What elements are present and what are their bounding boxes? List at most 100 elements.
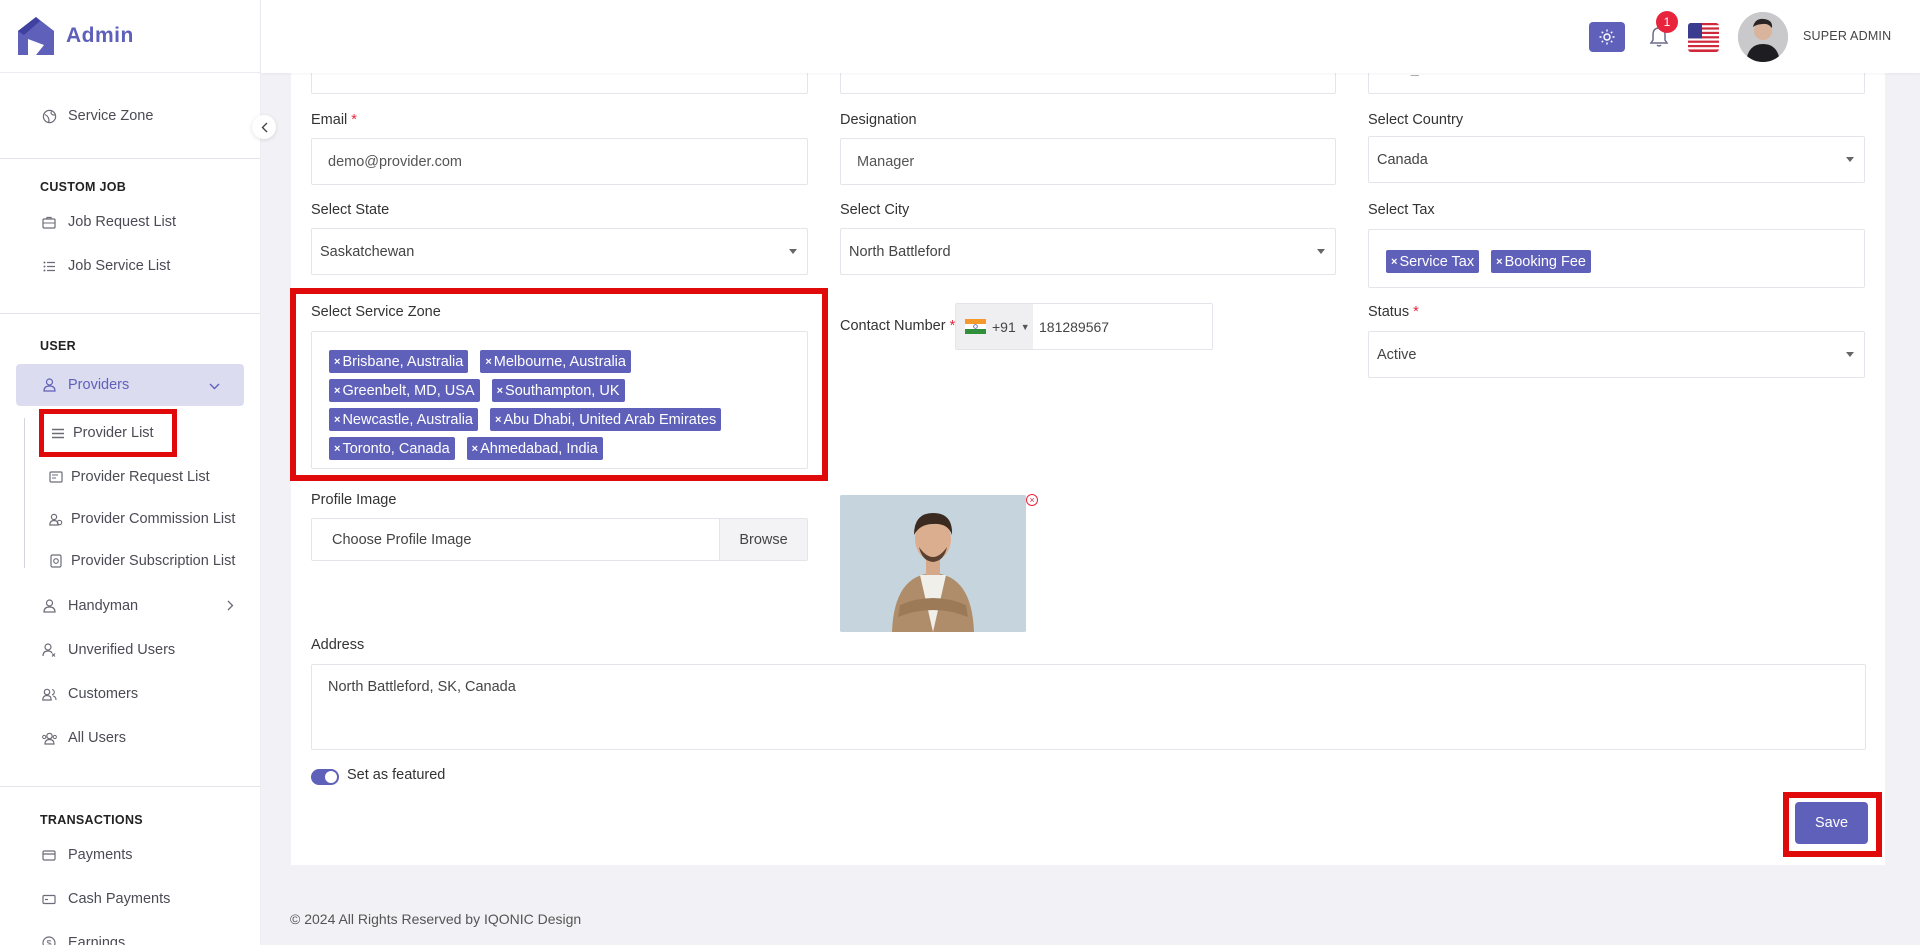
file-placeholder[interactable]: Choose Profile Image <box>312 532 719 548</box>
contact-number-label: Contact Number * <box>840 318 955 334</box>
service-zone-tag[interactable]: × Toronto, Canada <box>329 437 455 460</box>
service-zone-label: Select Service Zone <box>311 304 441 320</box>
service-zone-tag[interactable]: × Brisbane, Australia <box>329 350 469 373</box>
remove-tag-icon[interactable]: × <box>1391 256 1397 268</box>
sidebar-item-label: Cash Payments <box>68 891 171 907</box>
designation-value: Manager <box>857 153 915 170</box>
sidebar-item-label: Provider Subscription List <box>71 553 236 569</box>
logo-icon <box>18 17 54 55</box>
country-code-select[interactable]: +91 ▼ <box>956 304 1033 349</box>
remove-tag-icon[interactable]: × <box>334 414 340 426</box>
remove-tag-icon[interactable]: × <box>497 385 503 397</box>
sidebar-item-payments[interactable]: Payments <box>0 833 260 877</box>
sidebar-item-provider-request-list[interactable]: Provider Request List <box>24 456 260 498</box>
country-value: Canada <box>1377 151 1428 168</box>
sidebar-item-label: All Users <box>68 730 127 746</box>
dollar-icon: $ <box>40 936 58 945</box>
service-zone-multiselect[interactable]: × Brisbane, Australia × Melbourne, Austral… <box>311 331 808 469</box>
browse-button[interactable]: Browse <box>719 519 807 560</box>
featured-toggle[interactable] <box>311 769 339 785</box>
avatar[interactable] <box>1738 12 1788 62</box>
remove-tag-icon[interactable]: × <box>1496 256 1502 268</box>
sidebar-item-label: Provider Request List <box>71 469 210 485</box>
tax-label: Select Tax <box>1368 202 1435 218</box>
label-text: Contact Number <box>840 318 946 334</box>
city-select[interactable]: North Battleford <box>840 228 1336 275</box>
status-select[interactable]: Active <box>1368 331 1865 378</box>
profile-image-label: Profile Image <box>311 492 397 508</box>
sidebar-item-handyman[interactable]: Handyman <box>0 584 260 628</box>
sidebar-item-label: Earnings <box>68 935 126 945</box>
language-flag-button[interactable] <box>1688 23 1719 52</box>
brand[interactable]: Admin <box>0 0 260 73</box>
service-zone-tag[interactable]: × Greenbelt, MD, USA <box>329 379 480 402</box>
sidebar-item-label: Provider List <box>73 425 154 441</box>
sidebar-item-cash-payments[interactable]: Cash Payments <box>0 877 260 921</box>
country-select[interactable]: Canada <box>1368 136 1865 183</box>
sidebar-item-provider-commission-list[interactable]: Provider Commission List <box>24 498 260 540</box>
sidebar-collapse-button[interactable] <box>252 115 276 139</box>
notification-badge: 1 <box>1656 11 1678 33</box>
theme-toggle-button[interactable] <box>1589 22 1625 52</box>
service-zone-tag[interactable]: × Southampton, UK <box>491 379 625 402</box>
tax-multiselect[interactable]: × Service Tax × Booking Fee <box>1368 229 1865 288</box>
remove-image-icon[interactable]: × <box>1026 494 1038 506</box>
list-icon <box>40 261 58 272</box>
phone-number-value[interactable]: 181289567 <box>1033 319 1109 335</box>
designation-field[interactable]: Manager <box>840 138 1336 185</box>
remove-tag-icon[interactable]: × <box>495 414 501 426</box>
status-label: Status * <box>1368 304 1419 320</box>
service-zone-tag[interactable]: × Ahmedabad, India <box>466 437 603 460</box>
sidebar-item-provider-list[interactable]: Provider List <box>39 409 177 457</box>
caret-down-icon: ▼ <box>1020 321 1030 332</box>
users-icon <box>40 688 58 701</box>
sidebar-item-provider-subscription-list[interactable]: Provider Subscription List <box>24 540 260 582</box>
sidebar-item-service-zone[interactable]: Service Zone <box>0 94 260 138</box>
email-field[interactable]: demo@provider.com <box>311 138 808 185</box>
remove-tag-icon[interactable]: × <box>334 356 340 368</box>
remove-tag-icon[interactable]: × <box>334 443 340 455</box>
tag-label: Abu Dhabi, United Arab Emirates <box>503 411 717 428</box>
label-text: Email <box>311 112 348 128</box>
users-all-icon <box>40 732 58 745</box>
id-card-icon <box>48 471 64 483</box>
tax-tag[interactable]: × Booking Fee <box>1491 250 1591 273</box>
user-name[interactable]: SUPER ADMIN <box>1803 29 1891 43</box>
sidebar-item-job-service-list[interactable]: Job Service List <box>0 244 260 288</box>
sidebar-item-unverified-users[interactable]: Unverified Users <box>0 628 260 672</box>
sidebar-item-label: Job Request List <box>68 214 177 230</box>
address-field[interactable]: North Battleford, SK, Canada <box>311 664 1866 750</box>
tag-label: Booking Fee <box>1504 253 1586 270</box>
tax-tag[interactable]: × Service Tax <box>1386 250 1480 273</box>
handyman-icon <box>40 599 58 613</box>
designation-label: Designation <box>840 112 917 128</box>
user-icon <box>40 378 58 392</box>
sidebar-item-earnings[interactable]: $ Earnings <box>0 921 260 945</box>
chevron-right-icon <box>227 598 234 614</box>
city-value: North Battleford <box>849 243 951 260</box>
service-zone-tag[interactable]: × Newcastle, Australia <box>329 408 478 431</box>
list-icon <box>50 428 66 439</box>
contact-number-field: +91 ▼ 181289567 <box>955 303 1213 350</box>
sidebar-item-providers[interactable]: Providers <box>16 364 244 406</box>
remove-tag-icon[interactable]: × <box>472 443 478 455</box>
email-value: demo@provider.com <box>328 153 462 170</box>
state-value: Saskatchewan <box>320 243 415 260</box>
cash-icon <box>40 894 58 905</box>
sidebar-item-customers[interactable]: Customers <box>0 672 260 716</box>
remove-tag-icon[interactable]: × <box>334 385 340 397</box>
remove-tag-icon[interactable]: × <box>485 356 491 368</box>
india-flag-icon <box>965 319 986 334</box>
save-button[interactable]: Save <box>1795 802 1868 844</box>
sidebar-item-all-users[interactable]: All Users <box>0 716 260 760</box>
subscription-icon <box>48 554 64 568</box>
sidebar: Admin Service Zone CUSTOM JOB Job Reques… <box>0 0 261 945</box>
state-select[interactable]: Saskatchewan <box>311 228 808 275</box>
service-zone-tag[interactable]: × Melbourne, Australia <box>480 350 631 373</box>
profile-image-preview <box>840 495 1026 632</box>
address-label: Address <box>311 637 365 653</box>
sidebar-item-job-request-list[interactable]: Job Request List <box>0 200 260 244</box>
sidebar-item-label: Service Zone <box>68 108 154 124</box>
service-zone-tag[interactable]: × Abu Dhabi, United Arab Emirates <box>490 408 722 431</box>
tag-label: Newcastle, Australia <box>342 411 473 428</box>
